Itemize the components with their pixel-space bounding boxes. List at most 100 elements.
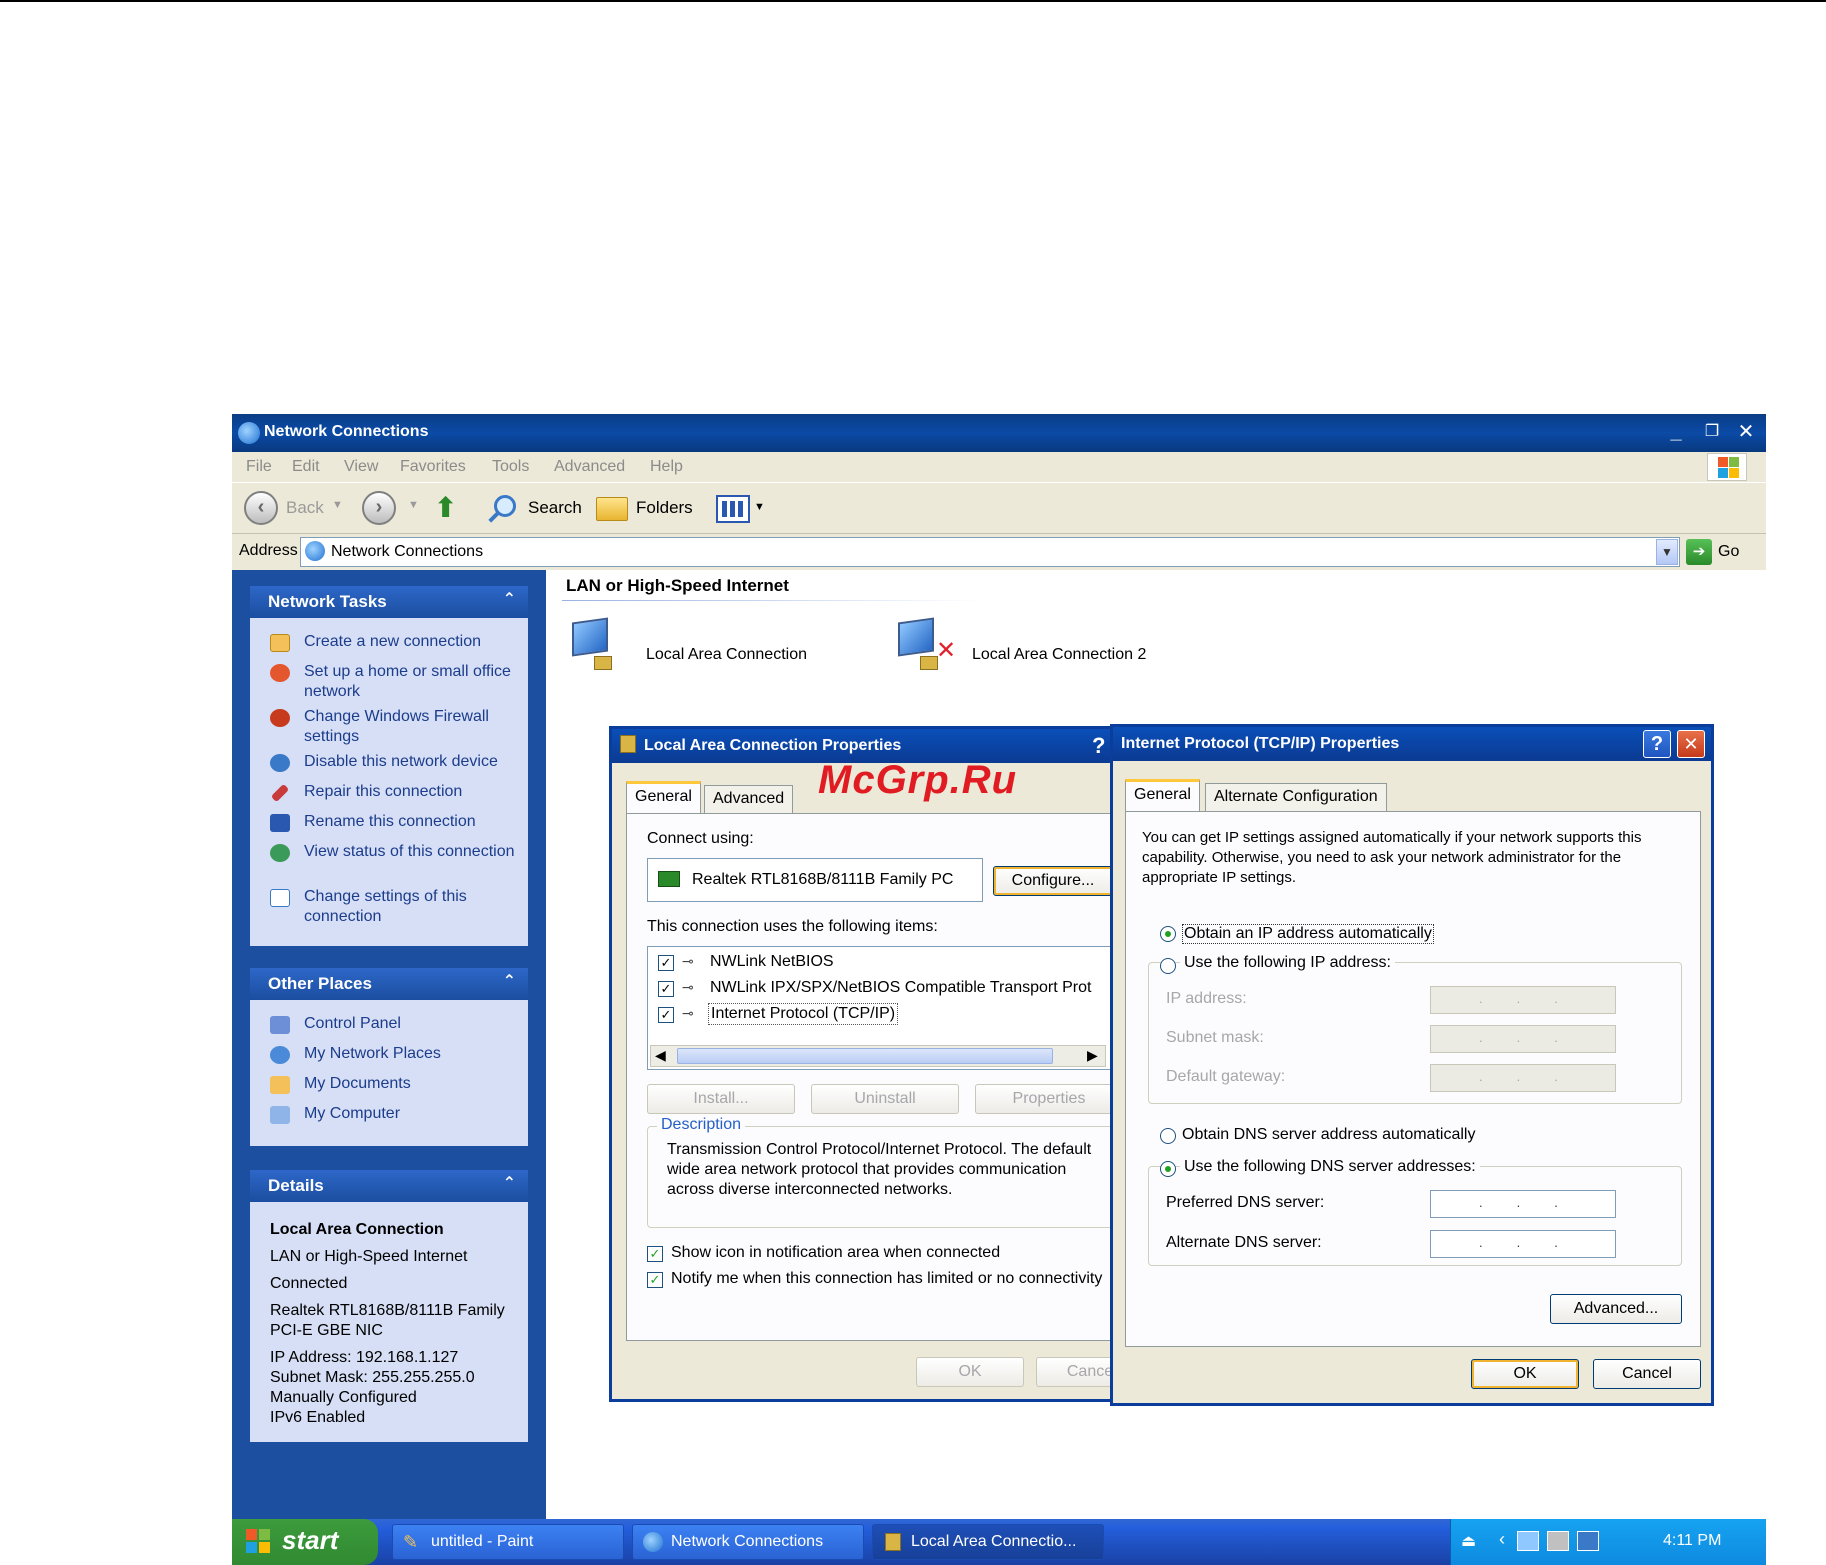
lan-connection-2-icon[interactable]: ✕ [896,617,956,674]
scroll-right-icon[interactable]: ▶ [1087,1047,1098,1064]
details-header[interactable]: Details ⌃ [250,1170,528,1202]
use-dns-label[interactable]: Use the following DNS server addresses: [1180,1158,1480,1176]
item-tcpip[interactable]: Internet Protocol (TCP/IP) [708,1003,899,1025]
connection-local-area[interactable]: Local Area Connection [646,646,807,664]
address-input[interactable]: Network Connections ▼ [300,537,1680,567]
menu-view[interactable]: View [344,458,378,476]
configure-button[interactable]: Configure... [993,866,1113,896]
settings-checklist-icon [270,889,290,907]
views-icon[interactable] [716,495,750,523]
safely-remove-icon[interactable]: ⏏ [1461,1531,1476,1551]
checkbox-netbios[interactable]: ✓ [658,955,674,971]
ip-address-label: IP address: [1166,990,1247,1007]
details-title: Details [268,1176,324,1195]
help-icon[interactable]: ? [1092,733,1105,759]
back-button[interactable]: Back [286,498,324,518]
other-places-body: Control Panel My Network Places My Docum… [250,1000,528,1146]
folders-button[interactable]: Folders [636,498,693,518]
tcpip-cancel-button[interactable]: Cancel [1593,1359,1701,1389]
place-label: My Computer [304,1105,401,1122]
address-dropdown-icon[interactable]: ▼ [1656,539,1678,565]
network-status-icon[interactable] [1517,1531,1539,1551]
radio-obtain-dns[interactable] [1160,1128,1176,1144]
uninstall-button[interactable]: Uninstall [811,1084,959,1114]
go-arrow-icon[interactable]: ➔ [1686,539,1712,565]
menu-advanced[interactable]: Advanced [554,458,625,476]
obtain-dns-label[interactable]: Obtain DNS server address automatically [1182,1126,1475,1144]
radio-use-ip[interactable] [1160,958,1176,974]
place-label: My Documents [304,1075,411,1092]
menu-favorites[interactable]: Favorites [400,458,466,476]
search-icon[interactable] [486,493,518,525]
collapse-chevron-icon[interactable]: ⌃ [503,971,516,991]
obtain-ip-label[interactable]: Obtain an IP address automatically [1182,924,1434,944]
menu-edit[interactable]: Edit [292,458,320,476]
connection-local-area-2[interactable]: Local Area Connection 2 [972,646,1146,664]
item-nwlink-netbios[interactable]: NWLink NetBIOS [710,953,834,971]
minimize-button[interactable]: _ [1662,419,1690,447]
back-arrow-icon[interactable]: ‹ [244,491,278,525]
checkbox-notify[interactable]: ✓ [647,1272,663,1288]
properties-button[interactable]: Properties [975,1084,1123,1114]
checkbox-ipx-spx[interactable]: ✓ [658,981,674,997]
network-tasks-header[interactable]: Network Tasks ⌃ [250,586,528,618]
collapse-chevron-icon[interactable]: ⌃ [503,589,516,609]
radio-obtain-ip[interactable] [1160,926,1176,942]
window-titlebar[interactable]: Network Connections _ ❐ ✕ [232,414,1766,452]
taskbar-local-area-connection[interactable]: Local Area Connectio... [872,1524,1104,1560]
subnet-mask-input[interactable]: ... [1430,1025,1616,1053]
close-icon[interactable]: ✕ [1677,730,1705,758]
advanced-button[interactable]: Advanced... [1550,1294,1682,1324]
up-folder-icon[interactable]: ⬆ [434,493,464,523]
lan-connection-icon[interactable] [570,617,620,674]
lac-ok-button[interactable]: OK [916,1357,1024,1387]
radio-use-dns[interactable] [1160,1161,1176,1177]
install-button[interactable]: Install... [647,1084,795,1114]
menu-file[interactable]: File [246,458,272,476]
start-label: start [282,1525,339,1555]
checkbox-show-icon[interactable]: ✓ [647,1246,663,1262]
start-button[interactable]: start [232,1519,378,1565]
taskbar-network-connections[interactable]: Network Connections [632,1524,864,1560]
tab-general[interactable]: General [1125,779,1200,811]
close-button[interactable]: ✕ [1732,419,1760,447]
forward-dropdown-icon[interactable]: ▼ [408,499,419,511]
back-dropdown-icon[interactable]: ▼ [332,499,343,511]
alternate-dns-input[interactable]: ... [1430,1230,1616,1258]
tcpip-ok-button[interactable]: OK [1471,1359,1579,1389]
network-disconnected-icon[interactable] [1547,1531,1569,1551]
taskbar-paint[interactable]: ✎ untitled - Paint [392,1524,624,1560]
repair-wrench-icon [270,783,290,803]
checkbox-tcpip[interactable]: ✓ [658,1007,674,1023]
description-label: Description [657,1116,746,1134]
scrollbar-thumb[interactable] [677,1048,1053,1064]
tab-general[interactable]: General [626,781,701,813]
security-center-icon[interactable] [1577,1531,1599,1551]
views-dropdown-icon[interactable]: ▼ [754,501,765,513]
item-nwlink-ipx[interactable]: NWLink IPX/SPX/NetBIOS Compatible Transp… [710,979,1091,997]
status-icon [270,844,290,862]
search-button[interactable]: Search [528,498,582,518]
tab-advanced[interactable]: Advanced [704,785,794,813]
menu-help[interactable]: Help [650,458,683,476]
folders-icon[interactable] [596,497,628,521]
tab-alternate-configuration[interactable]: Alternate Configuration [1205,783,1387,811]
default-gateway-input[interactable]: ... [1430,1064,1616,1092]
help-icon[interactable]: ? [1643,730,1671,758]
go-button[interactable]: Go [1718,543,1739,561]
tcpip-dialog-titlebar[interactable]: Internet Protocol (TCP/IP) Properties ? … [1113,727,1711,761]
my-computer-icon [270,1106,290,1124]
collapse-chevron-icon[interactable]: ⌃ [503,1173,516,1193]
ip-address-input[interactable]: ... [1430,986,1616,1014]
scroll-left-icon[interactable]: ◀ [655,1047,666,1064]
use-ip-label[interactable]: Use the following IP address: [1180,954,1395,972]
restore-button[interactable]: ❐ [1698,419,1726,447]
show-hidden-icons-icon[interactable]: ‹ [1499,1529,1505,1550]
menu-tools[interactable]: Tools [492,458,529,476]
other-places-header[interactable]: Other Places ⌃ [250,968,528,1000]
forward-arrow-icon[interactable]: › [362,491,396,525]
top-border-line [0,0,1826,2]
preferred-dns-input[interactable]: ... [1430,1190,1616,1218]
horizontal-scrollbar[interactable]: ◀ ▶ [650,1045,1106,1067]
menu-bar: File Edit View Favorites Tools Advanced … [232,452,1766,482]
